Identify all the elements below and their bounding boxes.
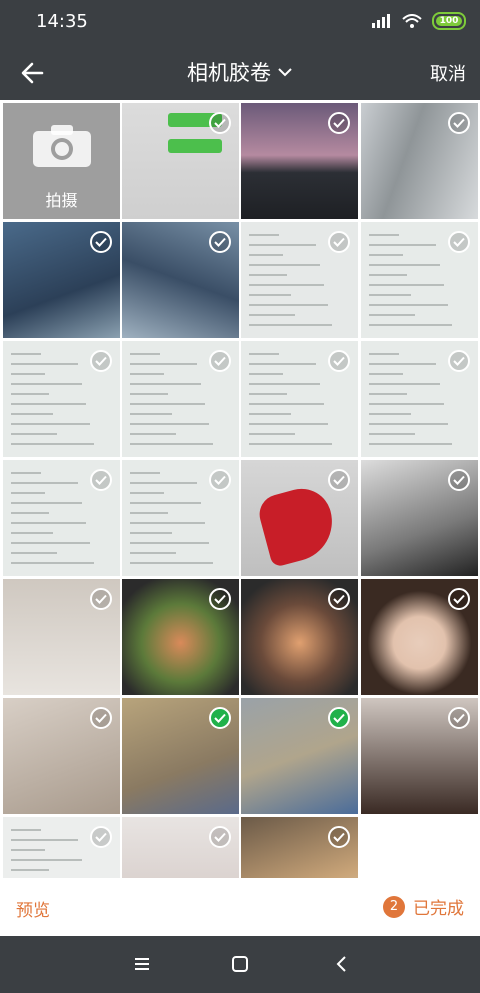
photo-thumbnail-red-heart-floor[interactable]: [241, 460, 358, 576]
photo-thumbnail-form-document[interactable]: [241, 222, 358, 338]
album-title: 相机胶卷: [187, 61, 271, 85]
photo-thumbnail-building-up-2[interactable]: [122, 222, 239, 338]
photo-thumbnail-building-up-1[interactable]: [3, 222, 120, 338]
cancel-button[interactable]: 取消: [430, 60, 466, 86]
battery-icon: 100: [432, 12, 466, 30]
select-circle-icon[interactable]: [328, 826, 350, 848]
select-circle-icon[interactable]: [90, 469, 112, 491]
photo-thumbnail-puppy-lap[interactable]: [241, 817, 358, 878]
status-icons: 100: [372, 12, 466, 30]
status-bar: 14:35 100: [0, 0, 480, 44]
photo-thumbnail-bouquet-roses[interactable]: [361, 460, 478, 576]
selected-count-badge: 2: [383, 895, 405, 918]
select-circle-icon[interactable]: [448, 112, 470, 134]
select-circle-icon[interactable]: [328, 231, 350, 253]
select-circle-icon[interactable]: [209, 112, 231, 134]
photo-thumbnail-puppy-belly[interactable]: [3, 698, 120, 814]
select-circle-icon[interactable]: [448, 350, 470, 372]
select-circle-icon[interactable]: [448, 231, 470, 253]
photo-thumbnail-puppy-blanket-2[interactable]: [241, 698, 358, 814]
select-circle-icon[interactable]: [448, 588, 470, 610]
checked-circle-icon[interactable]: [209, 707, 231, 729]
select-circle-icon[interactable]: [209, 231, 231, 253]
home-icon[interactable]: [228, 952, 252, 976]
done-label: 已完成: [413, 899, 464, 919]
bottom-action-bar: 预览 2 已完成: [0, 878, 480, 936]
select-circle-icon[interactable]: [448, 707, 470, 729]
photo-thumbnail-city-towers-dusk[interactable]: [241, 103, 358, 219]
title-bar: 相机胶卷 取消: [0, 44, 480, 100]
done-button[interactable]: 2 已完成: [383, 894, 464, 919]
chevron-down-icon: [278, 68, 292, 77]
select-circle-icon[interactable]: [90, 231, 112, 253]
photo-thumbnail-bank-receipt-6[interactable]: [122, 460, 239, 576]
photo-thumbnail-chat-list[interactable]: [3, 817, 120, 878]
select-circle-icon[interactable]: [209, 826, 231, 848]
back-icon[interactable]: [330, 952, 354, 976]
camera-capture-tile[interactable]: 拍摄: [3, 103, 120, 219]
select-circle-icon[interactable]: [448, 469, 470, 491]
signal-icon: [372, 14, 390, 28]
select-circle-icon[interactable]: [90, 588, 112, 610]
photo-thumbnail-child-photo[interactable]: [361, 698, 478, 814]
system-nav-bar: [0, 936, 480, 993]
select-circle-icon[interactable]: [328, 350, 350, 372]
photo-thumbnail-bank-receipt-4[interactable]: [241, 341, 358, 457]
photo-thumbnail-puppy-floor[interactable]: [3, 579, 120, 695]
battery-level: 100: [439, 16, 459, 26]
photo-thumbnail-bank-receipt-5[interactable]: [361, 341, 478, 457]
select-circle-icon[interactable]: [328, 469, 350, 491]
camera-label: 拍摄: [45, 191, 78, 210]
camera-icon: [33, 125, 91, 167]
select-circle-icon[interactable]: [328, 112, 350, 134]
select-circle-icon[interactable]: [328, 588, 350, 610]
photo-thumbnail-dish-greens-2[interactable]: [241, 579, 358, 695]
checked-circle-icon[interactable]: [328, 707, 350, 729]
select-circle-icon[interactable]: [90, 826, 112, 848]
photo-thumbnail-bank-receipt-3[interactable]: [122, 341, 239, 457]
photo-grid: 拍摄: [0, 100, 480, 878]
select-circle-icon[interactable]: [209, 469, 231, 491]
select-circle-icon[interactable]: [90, 707, 112, 729]
select-circle-icon[interactable]: [90, 350, 112, 372]
photo-thumbnail-selfie-woman[interactable]: [361, 579, 478, 695]
photo-thumbnail-bank-receipt-1[interactable]: [361, 222, 478, 338]
select-circle-icon[interactable]: [209, 588, 231, 610]
wifi-icon: [402, 14, 422, 28]
photo-thumbnail-transaction-list[interactable]: [3, 460, 120, 576]
album-selector[interactable]: 相机胶卷: [0, 44, 480, 100]
photo-thumbnail-puppy-sweater[interactable]: [122, 817, 239, 878]
photo-thumbnail-chat-screenshot[interactable]: [122, 103, 239, 219]
photo-thumbnail-bank-receipt-2[interactable]: [3, 341, 120, 457]
preview-button[interactable]: 预览: [16, 896, 50, 921]
status-time: 14:35: [36, 11, 88, 32]
photo-thumbnail-dish-greens-1[interactable]: [122, 579, 239, 695]
select-circle-icon[interactable]: [209, 350, 231, 372]
photo-thumbnail-room-interior[interactable]: [361, 103, 478, 219]
photo-thumbnail-puppy-blanket-1[interactable]: [122, 698, 239, 814]
menu-icon[interactable]: [130, 952, 154, 976]
